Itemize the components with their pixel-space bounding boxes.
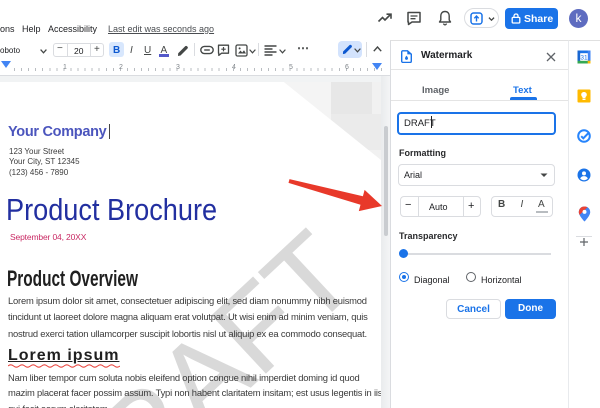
svg-text:31: 31: [580, 54, 588, 61]
